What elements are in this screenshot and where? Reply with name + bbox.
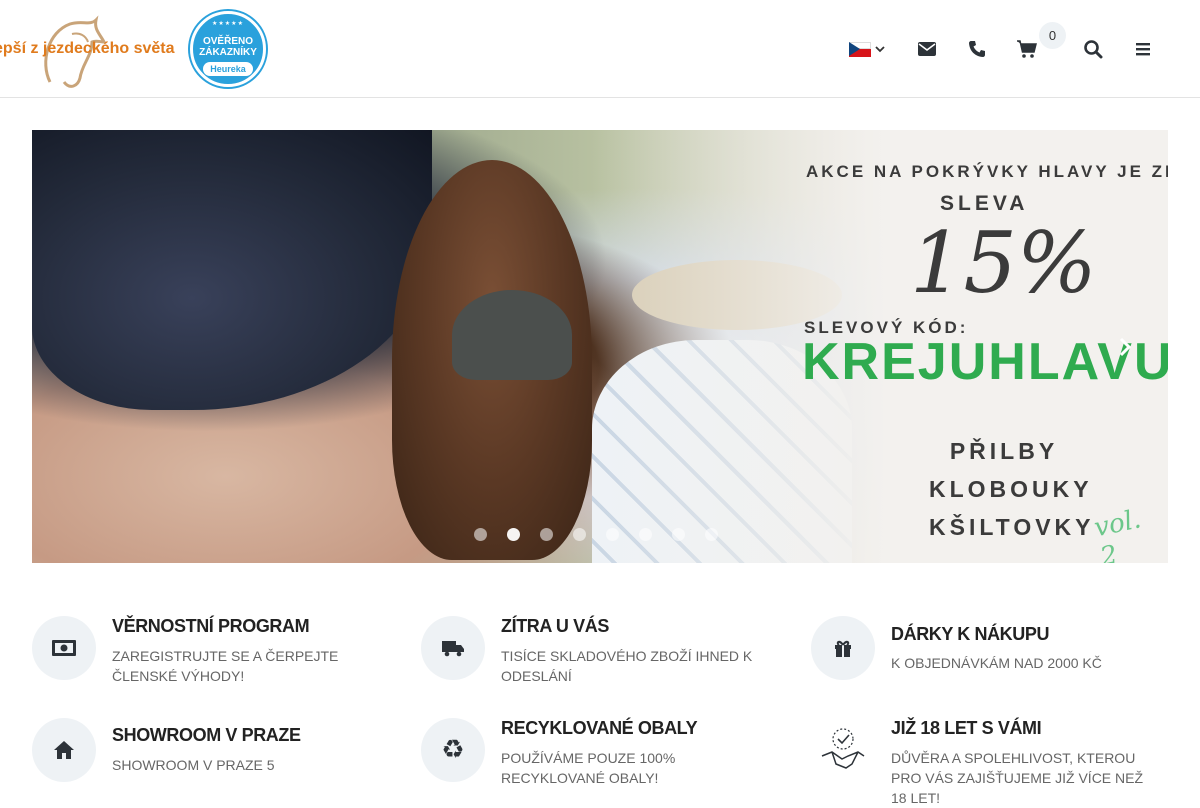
feature-text: DŮVĚRA A SPOLEHLIVOST, KTEROU PRO VÁS ZA…: [891, 750, 1144, 806]
heureka-line1: OVĚŘENO: [202, 36, 253, 47]
czech-flag-icon: [849, 41, 871, 57]
slider-dot[interactable]: [606, 528, 619, 541]
feature-title: RECYKLOVANÉ OBALY: [501, 718, 698, 738]
feature-text: ZAREGISTRUJTE SE A ČERPEJTE ČLENSKÉ VÝHO…: [112, 648, 339, 684]
slider-dots: [474, 528, 718, 541]
slider-dot[interactable]: [474, 528, 487, 541]
search-button[interactable]: [1078, 34, 1108, 64]
language-selector[interactable]: [847, 34, 887, 64]
slider-dot[interactable]: [507, 528, 520, 541]
feature-delivery[interactable]: ZÍTRA U VÁS TISÍCE SKLADOVÉHO ZBOŽÍ IHNE…: [421, 616, 781, 696]
menu-button[interactable]: [1128, 34, 1158, 64]
feature-text: SHOWROOM V PRAZE 5: [112, 757, 275, 773]
slider-dot[interactable]: [540, 528, 553, 541]
cart-icon: [1017, 40, 1037, 58]
feature-text: K OBJEDNÁVKÁM NAD 2000 KČ: [891, 655, 1102, 671]
slider-dot[interactable]: [705, 528, 718, 541]
slider-next-button[interactable]: [1108, 330, 1142, 364]
slider-dot[interactable]: [573, 528, 586, 541]
promo-items: PŘILBY KLOBOUKY KŠILTOVKY: [929, 432, 1095, 546]
promo-item: KLOBOUKY: [929, 476, 1093, 502]
phone-button[interactable]: [962, 34, 992, 64]
menu-icon: [1136, 43, 1150, 56]
handshake-icon: [811, 718, 875, 782]
feature-gifts[interactable]: DÁRKY K NÁKUPU K OBJEDNÁVKÁM NAD 2000 KČ: [811, 616, 1171, 696]
heureka-brand: Heureka: [203, 62, 253, 76]
promo-item: KŠILTOVKY: [929, 514, 1095, 540]
email-button[interactable]: [912, 34, 942, 64]
feature-text: TISÍCE SKLADOVÉHO ZBOŽÍ IHNED K ODESLÁNÍ: [501, 648, 753, 684]
promo-banner[interactable]: AKCE NA POKRÝVKY HLAVY JE ZPĚT! SLEVA 15…: [32, 130, 1168, 563]
promo-vol: vol. 2: [1091, 504, 1144, 563]
recycle-icon: ♻: [421, 718, 485, 782]
promo-percent: 15%: [910, 214, 1097, 312]
money-icon: [32, 616, 96, 680]
slider-dot[interactable]: [672, 528, 685, 541]
chevron-down-icon: [875, 46, 885, 53]
search-icon: [1084, 40, 1103, 59]
promo-item: PŘILBY: [949, 438, 1059, 464]
feature-title: VĚRNOSTNÍ PROGRAM: [112, 616, 310, 636]
feature-showroom[interactable]: SHOWROOM V PRAZE SHOWROOM V PRAZE 5: [32, 718, 392, 798]
feature-title: SHOWROOM V PRAZE: [112, 725, 301, 745]
cart-button[interactable]: [1012, 34, 1042, 64]
chevron-right-icon: [1119, 337, 1132, 357]
stars-icon: ★★★★★: [212, 21, 244, 27]
feature-loyalty[interactable]: VĚRNOSTNÍ PROGRAM ZAREGISTRUJTE SE A ČER…: [32, 616, 392, 696]
promo-sleva: SLEVA: [940, 192, 1029, 215]
feature-title: ZÍTRA U VÁS: [501, 616, 609, 636]
slogan: epší z jezdeckého světa: [0, 40, 175, 57]
heureka-badge[interactable]: ★★★★★ OVĚŘENO ZÁKAZNÍKY Heureka: [190, 11, 266, 87]
truck-icon: [421, 616, 485, 680]
feature-title: DÁRKY K NÁKUPU: [891, 624, 1050, 644]
feature-text: POUŽÍVÁME POUZE 100% RECYKLOVANÉ OBALY!: [501, 750, 676, 786]
cart-count-badge: 0: [1039, 22, 1066, 49]
feature-recycle[interactable]: ♻ RECYKLOVANÉ OBALY POUŽÍVÁME POUZE 100%…: [421, 718, 781, 798]
cap-image: [452, 290, 572, 380]
home-icon: [32, 718, 96, 782]
gift-icon: [811, 616, 875, 680]
heureka-line2: ZÁKAZNÍKY: [199, 47, 257, 58]
promo-headline: AKCE NA POKRÝVKY HLAVY JE ZPĚT!: [806, 162, 1168, 181]
feature-years[interactable]: JIŽ 18 LET S VÁMI DŮVĚRA A SPOLEHLIVOST,…: [811, 718, 1171, 806]
envelope-icon: [918, 42, 936, 56]
feature-title: JIŽ 18 LET S VÁMI: [891, 718, 1042, 738]
phone-icon: [969, 41, 985, 57]
site-header: epší z jezdeckého světa ★★★★★ OVĚŘENO ZÁ…: [0, 0, 1200, 98]
slider-dot[interactable]: [639, 528, 652, 541]
